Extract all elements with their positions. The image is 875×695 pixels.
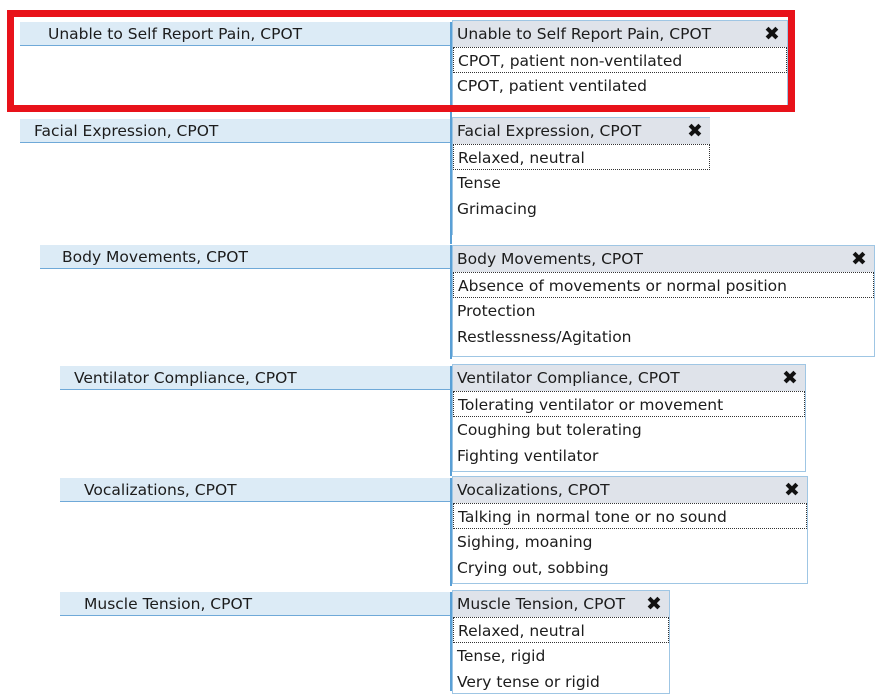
option-tolerating-ventilator[interactable]: Tolerating ventilator or movement — [453, 391, 805, 417]
close-icon[interactable]: ✖ — [783, 477, 801, 503]
dropdown-title: Vocalizations, CPOT — [457, 481, 610, 499]
close-icon[interactable]: ✖ — [850, 246, 868, 272]
option-tense-rigid[interactable]: Tense, rigid — [453, 643, 669, 669]
dropdown-title: Muscle Tension, CPOT — [457, 595, 626, 613]
option-protection[interactable]: Protection — [453, 298, 874, 324]
field-label-muscle-tension: Muscle Tension, CPOT — [60, 592, 450, 616]
option-grimacing[interactable]: Grimacing — [453, 196, 710, 222]
dropdown-header: Facial Expression, CPOT ✖ — [453, 118, 710, 144]
dropdown-vocalizations[interactable]: Vocalizations, CPOT ✖ Talking in normal … — [452, 476, 808, 584]
field-label-facial-expression: Facial Expression, CPOT — [20, 119, 450, 143]
dropdown-muscle-tension[interactable]: Muscle Tension, CPOT ✖ Relaxed, neutral … — [452, 590, 670, 694]
dropdown-header: Vocalizations, CPOT ✖ — [453, 477, 807, 503]
option-cpot-non-ventilated[interactable]: CPOT, patient non-ventilated — [453, 47, 787, 73]
option-relaxed-neutral[interactable]: Relaxed, neutral — [453, 617, 669, 643]
dropdown-ventilator-compliance[interactable]: Ventilator Compliance, CPOT ✖ Tolerating… — [452, 364, 806, 472]
dropdown-facial-expression[interactable]: Facial Expression, CPOT ✖ Relaxed, neutr… — [452, 117, 710, 235]
field-label-vocalizations: Vocalizations, CPOT — [60, 478, 450, 502]
option-restlessness-agitation[interactable]: Restlessness/Agitation — [453, 324, 874, 350]
option-relaxed-neutral[interactable]: Relaxed, neutral — [453, 144, 710, 170]
option-absence-of-movements[interactable]: Absence of movements or normal position — [453, 272, 874, 298]
option-tense[interactable]: Tense — [453, 170, 710, 196]
option-crying-out-sobbing[interactable]: Crying out, sobbing — [453, 555, 807, 581]
dropdown-body-movements[interactable]: Body Movements, CPOT ✖ Absence of moveme… — [452, 245, 875, 357]
dropdown-header: Muscle Tension, CPOT ✖ — [453, 591, 669, 617]
field-label-unable-to-self-report: Unable to Self Report Pain, CPOT — [20, 22, 450, 46]
option-talking-normal-tone[interactable]: Talking in normal tone or no sound — [453, 503, 807, 529]
field-label-body-movements: Body Movements, CPOT — [40, 245, 450, 269]
option-sighing-moaning[interactable]: Sighing, moaning — [453, 529, 807, 555]
option-cpot-ventilated[interactable]: CPOT, patient ventilated — [453, 73, 787, 99]
option-fighting-ventilator[interactable]: Fighting ventilator — [453, 443, 805, 469]
dropdown-unable-to-self-report[interactable]: Unable to Self Report Pain, CPOT ✖ CPOT,… — [452, 20, 788, 112]
close-icon[interactable]: ✖ — [645, 591, 663, 617]
dropdown-title: Ventilator Compliance, CPOT — [457, 369, 680, 387]
dropdown-title: Unable to Self Report Pain, CPOT — [457, 25, 712, 43]
close-icon[interactable]: ✖ — [763, 21, 781, 47]
dropdown-title: Facial Expression, CPOT — [457, 122, 642, 140]
close-icon[interactable]: ✖ — [781, 365, 799, 391]
dropdown-header: Ventilator Compliance, CPOT ✖ — [453, 365, 805, 391]
close-icon[interactable]: ✖ — [686, 118, 704, 144]
option-very-tense-or-rigid[interactable]: Very tense or rigid — [453, 669, 669, 695]
dropdown-header: Body Movements, CPOT ✖ — [453, 246, 874, 272]
dropdown-title: Body Movements, CPOT — [457, 250, 643, 268]
dropdown-header: Unable to Self Report Pain, CPOT ✖ — [453, 21, 787, 47]
field-label-ventilator-compliance: Ventilator Compliance, CPOT — [60, 366, 450, 390]
option-coughing-but-tolerating[interactable]: Coughing but tolerating — [453, 417, 805, 443]
